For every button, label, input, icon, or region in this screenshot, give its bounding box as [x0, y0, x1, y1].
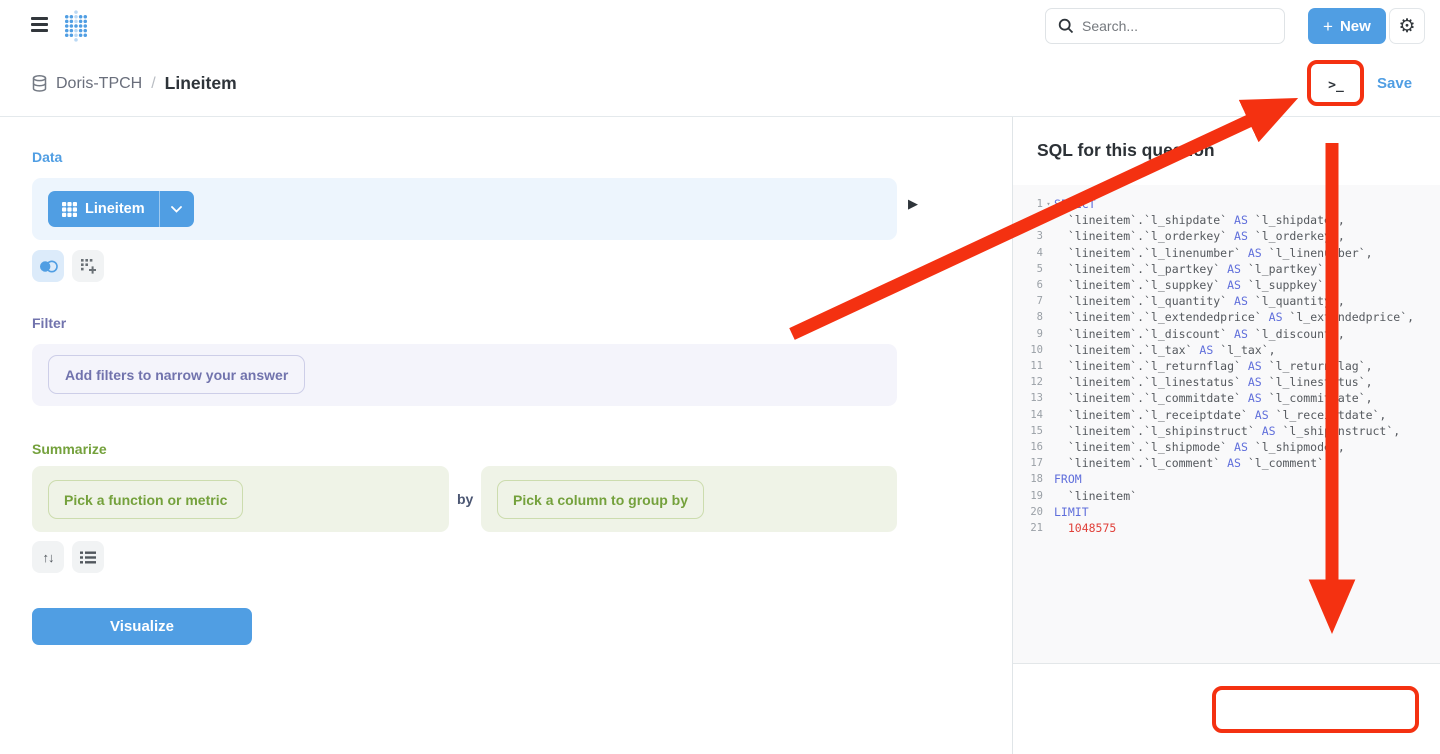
custom-column-button[interactable] — [72, 250, 104, 282]
table-options-dropdown[interactable] — [160, 191, 194, 227]
metabase-question-builder: + New ⚙ Doris-TPCH / Lineitem >_ Save Da… — [0, 0, 1440, 754]
sort-icon: ↑↓ — [43, 550, 54, 565]
view-header: Doris-TPCH / Lineitem >_ Save — [0, 52, 1440, 117]
filter-section-panel: Add filters to narrow your answer — [32, 344, 897, 406]
view-sql-toggle-button[interactable]: >_ — [1319, 68, 1353, 102]
settings-button[interactable]: ⚙ — [1389, 8, 1425, 44]
sidebar-toggle-icon[interactable] — [31, 17, 48, 32]
breadcrumb: Doris-TPCH / Lineitem — [32, 73, 237, 94]
search-box[interactable] — [1045, 8, 1285, 44]
metabase-logo-icon[interactable] — [61, 10, 91, 42]
pick-groupby-button[interactable]: Pick a column to group by — [497, 480, 704, 519]
custom-column-icon — [81, 259, 96, 274]
plus-icon: + — [1323, 18, 1333, 35]
sql-panel-title: SQL for this question — [1037, 140, 1215, 161]
data-table-picker[interactable]: Lineitem — [48, 191, 194, 227]
preview-step-button[interactable]: ▶ — [908, 196, 918, 212]
gear-icon: ⚙ — [1398, 15, 1415, 38]
new-button-label: New — [1340, 18, 1371, 35]
database-icon — [32, 75, 47, 92]
summarize-groupby-panel: Pick a column to group by — [481, 466, 897, 532]
page-title: Lineitem — [165, 73, 237, 94]
sql-panel-footer: Convert this question to SQL — [1013, 663, 1440, 754]
pick-metric-button[interactable]: Pick a function or metric — [48, 480, 243, 519]
terminal-icon: >_ — [1328, 78, 1344, 93]
notebook-editor: Data Lineitem ▶ — [0, 117, 1012, 754]
row-limit-button[interactable] — [72, 541, 104, 573]
play-icon: ▶ — [908, 196, 918, 211]
table-icon — [62, 202, 77, 217]
convert-to-sql-button[interactable]: Convert this question to SQL — [1226, 747, 1417, 754]
filter-section-label: Filter — [32, 315, 66, 331]
by-label: by — [457, 491, 473, 507]
add-filter-button[interactable]: Add filters to narrow your answer — [48, 355, 305, 394]
data-section-panel: Lineitem — [32, 178, 897, 240]
sql-sidebar: SQL for this question 1▾SELECT2 `lineite… — [1012, 117, 1440, 754]
data-section-label: Data — [32, 149, 62, 165]
join-data-button[interactable] — [32, 250, 64, 282]
search-icon — [1058, 18, 1074, 34]
chevron-down-icon — [171, 206, 182, 213]
new-button[interactable]: + New — [1308, 8, 1386, 44]
sort-step-button[interactable]: ↑↓ — [32, 541, 64, 573]
save-button[interactable]: Save — [1377, 75, 1412, 92]
summarize-section-label: Summarize — [32, 441, 107, 457]
summarize-metric-panel: Pick a function or metric — [32, 466, 449, 532]
join-icon — [39, 260, 58, 273]
visualize-button[interactable]: Visualize — [32, 608, 252, 645]
data-table-name: Lineitem — [85, 201, 145, 217]
topbar: + New ⚙ — [0, 0, 1440, 52]
breadcrumb-separator: / — [151, 75, 155, 93]
search-input[interactable] — [1082, 18, 1242, 34]
breadcrumb-database-link[interactable]: Doris-TPCH — [56, 75, 142, 93]
list-icon — [80, 551, 96, 564]
sql-code[interactable]: 1▾SELECT2 `lineitem`.`l_shipdate` AS `l_… — [1013, 185, 1440, 663]
